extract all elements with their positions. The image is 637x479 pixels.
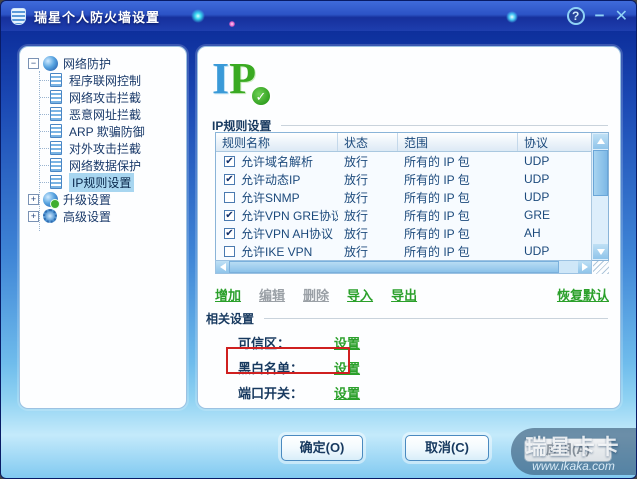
minimize-button[interactable]: −	[595, 7, 605, 24]
globe-icon	[43, 55, 58, 71]
column-header-protocol[interactable]: 协议	[518, 133, 593, 151]
close-button[interactable]: ✕	[615, 6, 628, 26]
expand-icon[interactable]: +	[28, 193, 39, 205]
heading-divider	[281, 125, 608, 126]
restore-defaults-link[interactable]: 恢复默认	[557, 285, 609, 304]
column-header-scope[interactable]: 范围	[398, 133, 518, 151]
scroll-down-icon[interactable]	[593, 244, 608, 259]
related-settings-heading-row: 相关设置	[206, 310, 608, 327]
delete-link[interactable]: 删除	[303, 285, 329, 304]
tree-item-label: 网络数据保护	[69, 158, 142, 173]
help-button[interactable]: ?	[566, 7, 585, 25]
tree-item-program-control[interactable]: 程序联网控制	[24, 72, 182, 88]
document-icon	[50, 158, 62, 172]
tree-node-label: 升级设置	[63, 192, 112, 207]
ip-logo-letter-i: I	[212, 54, 230, 103]
gear-icon	[43, 209, 57, 223]
add-link[interactable]: 增加	[215, 285, 241, 304]
document-icon	[50, 107, 62, 121]
document-icon	[50, 124, 62, 138]
document-icon	[50, 141, 62, 155]
scroll-right-icon[interactable]	[578, 261, 591, 273]
tree-item-label: 网络攻击拦截	[69, 90, 142, 105]
document-icon	[50, 175, 62, 189]
sparkle-decoration	[506, 11, 518, 23]
column-header-rule-name[interactable]: 规则名称	[216, 133, 338, 151]
column-header-status[interactable]: 状态	[338, 133, 398, 151]
table-row[interactable]: 允许SNMP 放行 所有的 IP 包 UDP	[216, 188, 608, 206]
window-title: 瑞星个人防火墙设置	[34, 9, 161, 25]
rule-checkbox[interactable]: ✔	[224, 155, 235, 167]
tree-node-network-protection[interactable]: − 网络防护	[24, 55, 182, 71]
titlebar: 瑞星个人防火墙设置 ? − ✕	[1, 1, 636, 31]
check-badge-icon: ✓	[250, 85, 272, 107]
sparkle-decoration	[191, 9, 205, 23]
tree-node-upgrade-settings[interactable]: + 升级设置	[24, 191, 182, 209]
export-link[interactable]: 导出	[391, 285, 417, 304]
tree-item-arp-defense[interactable]: ARP 欺骗防御	[24, 123, 182, 139]
scroll-left-icon[interactable]	[216, 261, 229, 273]
settings-tree: − 网络防护 程序联网控制 网络攻击拦截 恶意网址拦截 ARP 欺骗防御 对外攻…	[24, 55, 182, 231]
ip-rules-panel: IP ✓ IP规则设置 规则名称 状态 范围 协议 ✔ 允许域名解析 放行 所有…	[197, 46, 621, 409]
ok-button[interactable]: 确定(O)	[281, 435, 363, 461]
rule-checkbox[interactable]: ✔	[224, 173, 235, 185]
settings-tree-panel: − 网络防护 程序联网控制 网络攻击拦截 恶意网址拦截 ARP 欺骗防御 对外攻…	[19, 46, 187, 409]
collapse-icon[interactable]: −	[28, 57, 39, 69]
tree-item-label: 程序联网控制	[69, 73, 142, 88]
import-link[interactable]: 导入	[347, 285, 373, 304]
port-switch-settings-link[interactable]: 设置	[334, 383, 360, 402]
expand-icon[interactable]: +	[28, 210, 39, 222]
document-icon	[50, 90, 62, 104]
table-header: 规则名称 状态 范围 协议	[216, 133, 608, 152]
related-settings-title: 相关设置	[206, 312, 255, 326]
vertical-scrollbar[interactable]	[591, 133, 608, 260]
document-icon	[50, 73, 62, 87]
tree-item-label: IP规则设置	[69, 172, 135, 192]
horizontal-scroll-thumb[interactable]	[229, 261, 559, 273]
tree-item-label: ARP 欺骗防御	[69, 124, 145, 139]
tree-item-attack-block[interactable]: 网络攻击拦截	[24, 89, 182, 105]
rule-checkbox[interactable]: ✔	[224, 227, 235, 239]
app-shield-icon	[11, 7, 26, 25]
tree-node-advanced-settings[interactable]: + 高级设置	[24, 208, 182, 224]
rule-checkbox[interactable]	[224, 191, 235, 203]
rule-checkbox[interactable]: ✔	[224, 209, 235, 221]
edit-link[interactable]: 编辑	[259, 285, 285, 304]
blackwhite-list-row: 黑白名单： 设置	[238, 358, 360, 377]
firewall-settings-window: 瑞星个人防火墙设置 ? − ✕ − 网络防护 程序联网控制 网络攻击拦截 恶意网…	[0, 0, 637, 479]
table-row[interactable]: ✔ 允许动态IP 放行 所有的 IP 包 UDP	[216, 170, 608, 188]
table-actions: 增加 编辑 删除 导入 导出 恢复默认	[215, 285, 609, 304]
table-row[interactable]: ✔ 允许VPN GRE协议 放行 所有的 IP 包 GRE	[216, 206, 608, 224]
trusted-zone-settings-link[interactable]: 设置	[334, 333, 360, 352]
heading-divider	[264, 318, 608, 319]
ip-logo: IP ✓	[212, 53, 282, 111]
tree-item-malicious-url[interactable]: 恶意网址拦截	[24, 106, 182, 122]
ip-rules-table: 规则名称 状态 范围 协议 ✔ 允许域名解析 放行 所有的 IP 包 UDP ✔…	[215, 132, 609, 261]
tree-node-label: 网络防护	[63, 56, 112, 71]
tree-item-label: 对外攻击拦截	[69, 141, 142, 156]
blackwhite-list-settings-link[interactable]: 设置	[334, 358, 360, 377]
apply-button[interactable]: 应用(A)	[524, 438, 612, 462]
sparkle-decoration	[229, 21, 235, 27]
vertical-scroll-thumb[interactable]	[593, 150, 608, 196]
table-row[interactable]: ✔ 允许域名解析 放行 所有的 IP 包 UDP	[216, 152, 608, 170]
tree-item-data-protection[interactable]: 网络数据保护	[24, 157, 182, 173]
tree-item-ip-rules[interactable]: IP规则设置	[24, 172, 182, 192]
tree-item-label: 恶意网址拦截	[69, 107, 142, 122]
resize-grip[interactable]	[593, 261, 609, 274]
table-row[interactable]: 允许IKE VPN 放行 所有的 IP 包 UDP	[216, 242, 608, 260]
dialog-body: − 网络防护 程序联网控制 网络攻击拦截 恶意网址拦截 ARP 欺骗防御 对外攻…	[1, 31, 636, 478]
horizontal-scrollbar[interactable]	[215, 260, 592, 274]
rule-checkbox[interactable]	[224, 245, 235, 257]
tree-item-outbound-attack[interactable]: 对外攻击拦截	[24, 140, 182, 156]
scroll-up-icon[interactable]	[593, 134, 608, 149]
cancel-button[interactable]: 取消(C)	[405, 435, 489, 461]
titlebar-controls: ? − ✕	[566, 6, 628, 26]
trusted-zone-row: 可信区： 设置	[238, 333, 360, 352]
tree-node-label: 高级设置	[63, 209, 112, 224]
table-row[interactable]: ✔ 允许VPN AH协议 放行 所有的 IP 包 AH	[216, 224, 608, 242]
port-switch-row: 端口开关： 设置	[238, 383, 360, 402]
globe-check-icon	[43, 191, 60, 209]
